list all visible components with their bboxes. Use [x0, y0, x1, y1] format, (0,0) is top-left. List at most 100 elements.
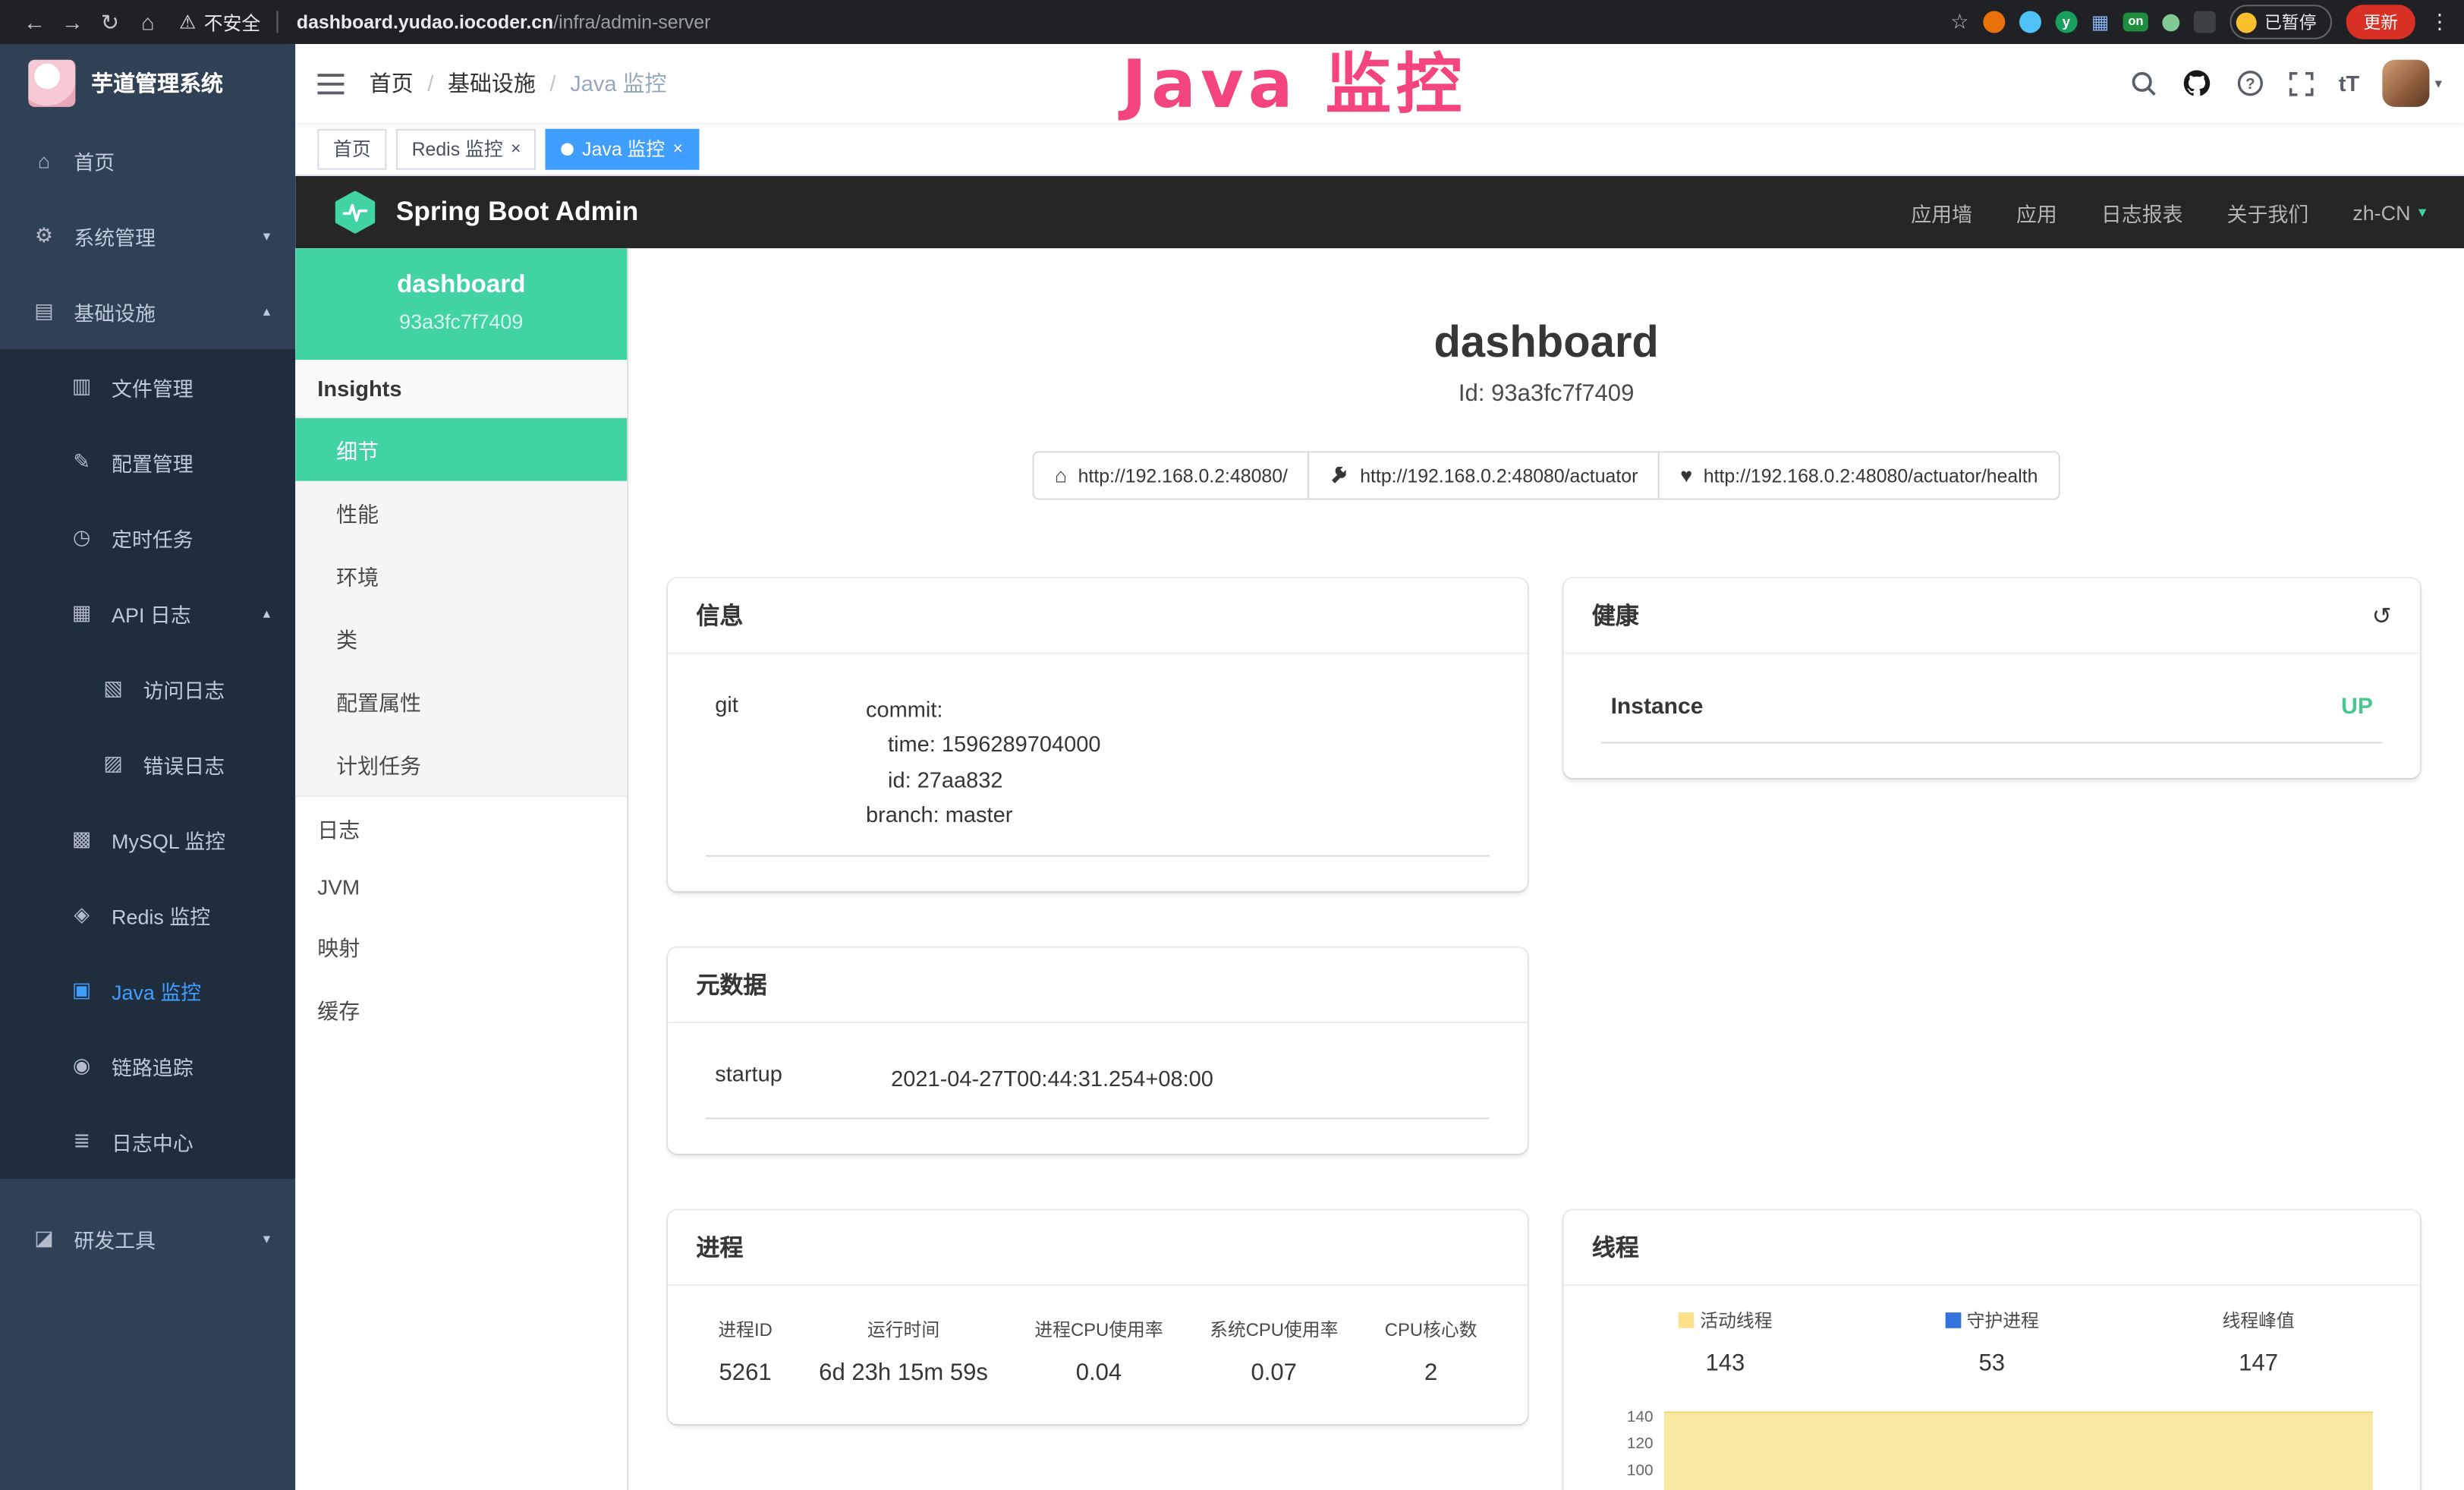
profile-paused-chip[interactable]: 已暂停: [2230, 5, 2332, 39]
sidebar-item-home[interactable]: ⌂ 首页: [0, 123, 295, 198]
sba-brand[interactable]: Spring Boot Admin: [333, 191, 638, 235]
sidebar-item-redis-monitor[interactable]: ◈ Redis 监控: [0, 877, 295, 953]
content-column: 首页 / 基础设施 / Java 监控 ?: [295, 44, 2464, 1490]
sba-nav-applications[interactable]: 应用: [2016, 197, 2057, 227]
infrastructure-icon: ▤: [31, 298, 56, 323]
sidebar-item-config-mgmt[interactable]: ✎ 配置管理: [0, 424, 295, 499]
sba-nav-wallboard[interactable]: 应用墙: [1911, 197, 1972, 227]
sba-item-config-props[interactable]: 配置属性: [295, 669, 627, 732]
threads-card-header: 线程: [1563, 1210, 2420, 1285]
sba-item-caches[interactable]: 缓存: [295, 978, 627, 1041]
sidebar-item-scheduled-jobs[interactable]: ◷ 定时任务: [0, 500, 295, 575]
sba-item-logs[interactable]: 日志: [295, 797, 627, 860]
sba-instance-header[interactable]: dashboard 93a3fc7f7409: [295, 248, 627, 360]
breadcrumb-home[interactable]: 首页: [370, 68, 414, 99]
stat-label: 运行时间: [819, 1317, 988, 1342]
health-card: 健康 ↺ Instance UP: [1563, 578, 2420, 778]
y-extension-icon[interactable]: y: [2055, 11, 2077, 33]
apps-grid-icon[interactable]: ▦: [2091, 11, 2109, 33]
sidebar-item-file-mgmt[interactable]: ▥ 文件管理: [0, 349, 295, 424]
sidebar-item-access-logs[interactable]: ▧ 访问日志: [0, 650, 295, 726]
leaf-extension-icon[interactable]: [2162, 14, 2179, 31]
app-layout: 芋道管理系统 ⌂ 首页 ⚙ 系统管理 ▾ ▤ 基础设施 ▴: [0, 44, 2464, 1490]
sba-nav-about[interactable]: 关于我们: [2227, 197, 2309, 227]
tag-redis-monitor[interactable]: Redis 监控 ×: [396, 128, 537, 169]
close-icon[interactable]: ×: [673, 139, 683, 158]
legend-active-threads: 活动线程 143: [1592, 1308, 1858, 1377]
github-icon[interactable]: [2182, 68, 2213, 99]
instance-home-link[interactable]: ⌂ http://192.168.0.2:48080/: [1033, 451, 1310, 499]
sba-item-environment[interactable]: 环境: [295, 543, 627, 606]
browser-menu-icon[interactable]: ⋮: [2429, 9, 2448, 34]
sidebar-item-api-logs[interactable]: ▦ API 日志 ▴: [0, 575, 295, 650]
menu-label: API 日志: [112, 598, 191, 628]
sba-nav-journal[interactable]: 日志报表: [2101, 197, 2183, 227]
sba-item-jvm[interactable]: JVM: [295, 860, 627, 915]
tag-java-monitor[interactable]: Java 监控 ×: [546, 128, 699, 169]
on-badge-icon[interactable]: on: [2123, 13, 2148, 32]
sidebar-item-error-logs[interactable]: ▨ 错误日志: [0, 726, 295, 802]
menu-label: 访问日志: [143, 673, 225, 703]
tag-label: 首页: [333, 135, 371, 162]
fullscreen-icon[interactable]: [2289, 70, 2315, 96]
sba-insights-group: 细节 性能 环境 类 配置属性 计划任务: [295, 418, 627, 797]
main-menu: ⌂ 首页 ⚙ 系统管理 ▾ ▤ 基础设施 ▴ ▥ 文件管理: [0, 123, 295, 1277]
breadcrumb-infrastructure[interactable]: 基础设施: [448, 68, 536, 99]
menu-label: 研发工具: [74, 1224, 156, 1253]
sidebar-item-tracing[interactable]: ◉ 链路追踪: [0, 1028, 295, 1103]
threads-card-body: 活动线程 143 守护进程: [1563, 1286, 2420, 1490]
avatar: [2383, 60, 2430, 107]
sba-item-details[interactable]: 细节: [295, 418, 627, 481]
close-icon[interactable]: ×: [511, 139, 521, 158]
forward-button[interactable]: →: [53, 9, 91, 34]
sidebar-item-mysql-monitor[interactable]: ▩ MySQL 监控: [0, 802, 295, 877]
sba-language-select[interactable]: zh-CN ▾: [2352, 200, 2426, 224]
java-monitor-icon: ▣: [69, 978, 94, 1003]
metadata-card-body: startup 2021-04-27T00:44:31.254+08:00: [668, 1022, 1528, 1154]
puzzle-extension-icon[interactable]: [2194, 11, 2216, 33]
search-icon[interactable]: [2129, 69, 2157, 97]
menu-label: 定时任务: [112, 523, 194, 553]
help-icon[interactable]: ?: [2236, 69, 2264, 97]
sidebar-item-log-center[interactable]: ≣ 日志中心: [0, 1104, 295, 1179]
stat-uptime: 运行时间 6d 23h 15m 59s: [819, 1317, 988, 1386]
sba-item-metrics[interactable]: 性能: [295, 481, 627, 544]
sba-item-mappings[interactable]: 映射: [295, 915, 627, 978]
status-badge: UP: [2341, 695, 2373, 720]
history-icon[interactable]: ↺: [2372, 601, 2392, 629]
table-row[interactable]: Instance UP: [1601, 682, 2382, 744]
tag-home[interactable]: 首页: [317, 128, 386, 169]
sidebar-item-infrastructure[interactable]: ▤ 基础设施 ▴: [0, 273, 295, 348]
sidebar-item-system-mgmt[interactable]: ⚙ 系统管理 ▾: [0, 198, 295, 273]
user-avatar[interactable]: ▾: [2383, 60, 2442, 107]
update-button[interactable]: 更新: [2346, 5, 2415, 39]
font-size-icon[interactable]: tT: [2339, 71, 2359, 96]
drop-extension-icon[interactable]: [2019, 11, 2041, 33]
back-button[interactable]: ←: [16, 9, 54, 34]
spring-boot-admin: Spring Boot Admin 应用墙 应用 日志报表 关于我们 zh-CN…: [295, 176, 2464, 1490]
sba-item-classes[interactable]: 类: [295, 606, 627, 669]
menu-label: 文件管理: [112, 372, 194, 402]
actuator-link[interactable]: http://192.168.0.2:48080/actuator: [1308, 451, 1660, 499]
legend-value: 147: [2125, 1350, 2391, 1377]
health-link[interactable]: ♥ http://192.168.0.2:48080/actuator/heal…: [1658, 451, 2060, 499]
y-axis-tick: 140: [1627, 1409, 1654, 1426]
sba-item-scheduled-tasks[interactable]: 计划任务: [295, 732, 627, 795]
clock-icon: ◷: [69, 525, 94, 550]
app-logo[interactable]: 芋道管理系统: [0, 44, 295, 123]
bookmark-star-icon[interactable]: ☆: [1950, 9, 1968, 34]
security-indicator[interactable]: ⚠ 不安全: [179, 8, 260, 35]
reload-button[interactable]: ↻: [91, 8, 129, 35]
info-value: commit: time: 1596289704000 id: 27aa832 …: [866, 691, 1100, 832]
stat-cpu-cores: CPU核心数 2: [1385, 1317, 1477, 1386]
browser-home-button[interactable]: ⌂: [129, 9, 167, 34]
hamburger-icon[interactable]: [317, 71, 344, 95]
fox-extension-icon[interactable]: [1983, 11, 2005, 33]
link-url: http://192.168.0.2:48080/actuator/health: [1704, 465, 2038, 487]
sidebar-item-java-monitor[interactable]: ▣ Java 监控: [0, 953, 295, 1028]
health-card-header: 健康 ↺: [1563, 578, 2420, 654]
sba-body: dashboard 93a3fc7f7409 Insights 细节 性能 环境…: [295, 248, 2464, 1490]
address-bar[interactable]: dashboard.yudao.iocoder.cn/infra/admin-s…: [276, 11, 710, 33]
sidebar-item-dev-tools[interactable]: ◪ 研发工具 ▾: [0, 1201, 295, 1276]
annotation-java-monitor: Java 监控: [1122, 31, 1467, 127]
